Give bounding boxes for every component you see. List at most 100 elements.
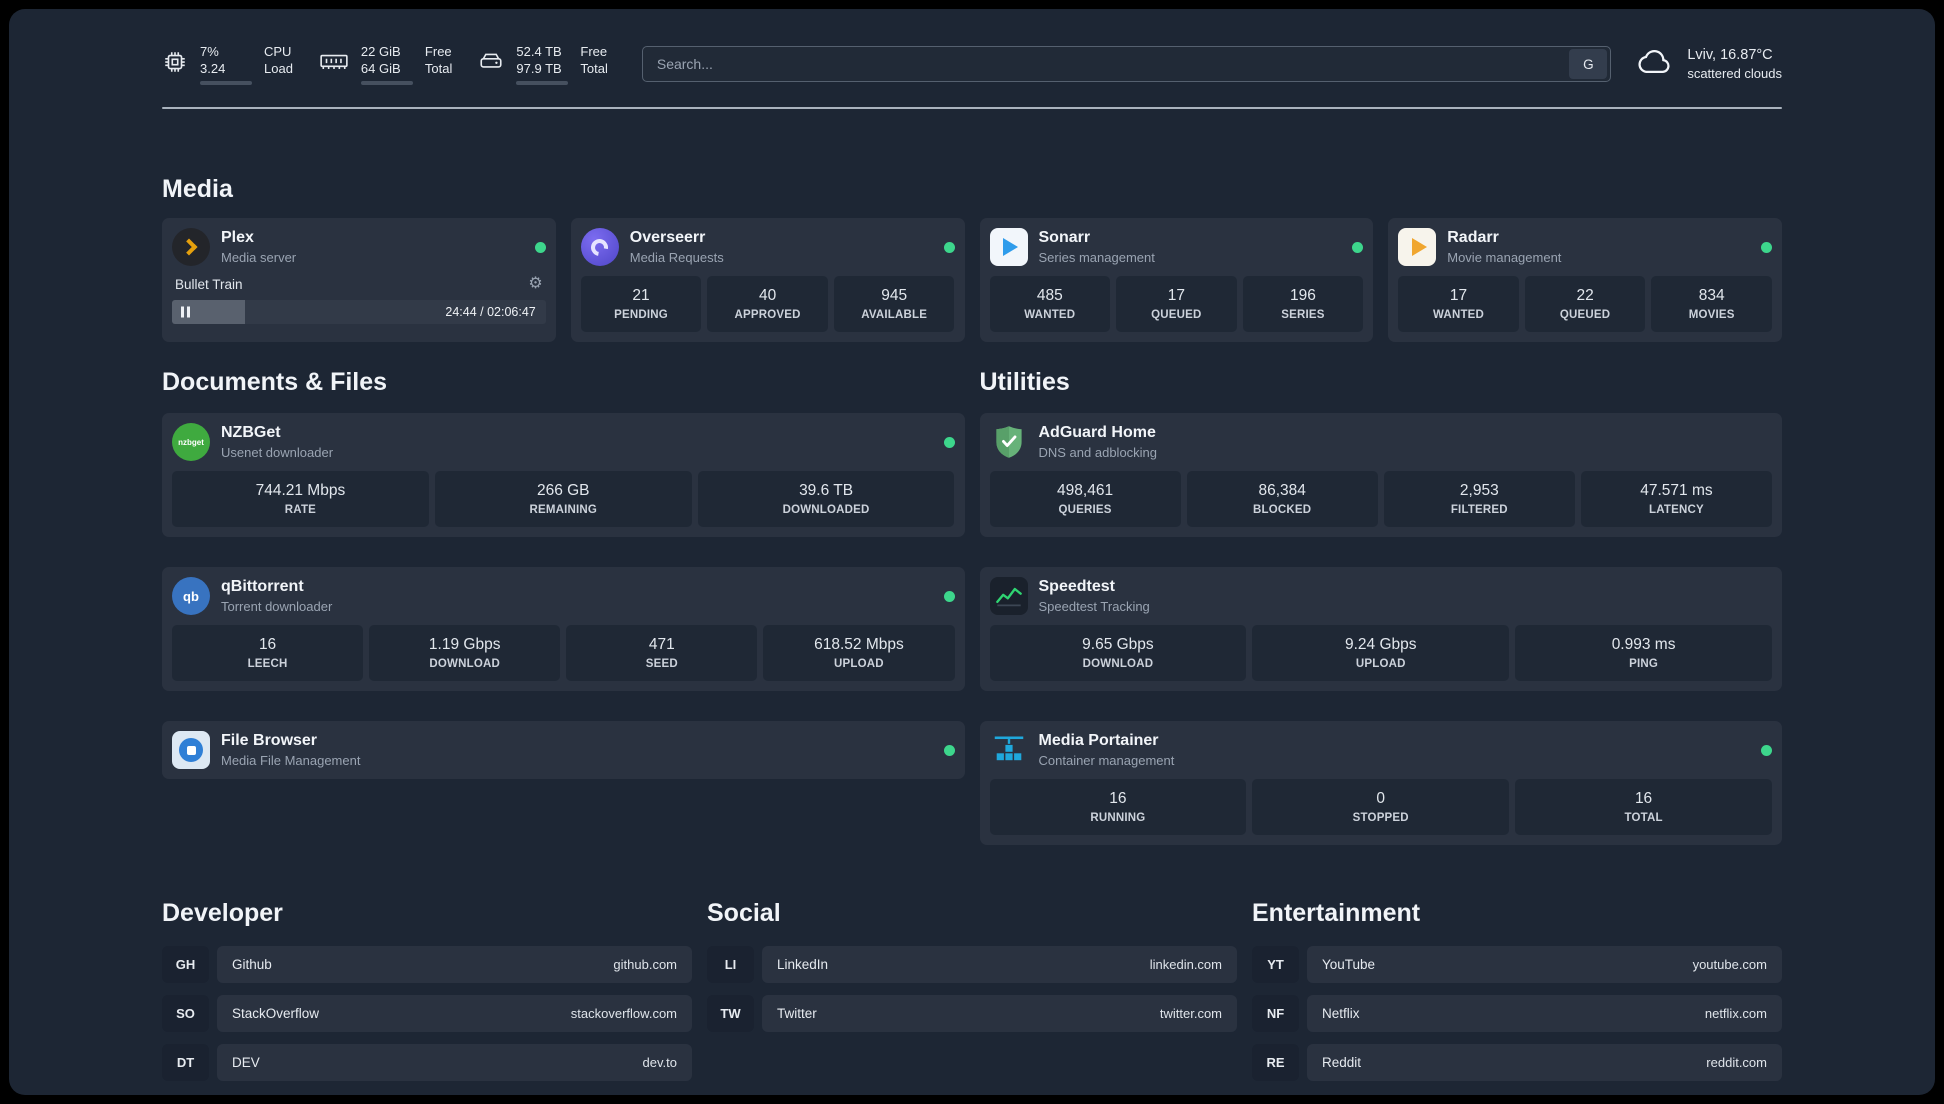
search-input[interactable] <box>642 56 1570 72</box>
weather-text: Lviv, 16.87°C scattered clouds <box>1687 47 1782 81</box>
bookmark-link-stackoverflow[interactable]: StackOverflow stackoverflow.com <box>217 995 692 1032</box>
sonarr-icon <box>989 228 1028 266</box>
memory-free: 22 GiB <box>360 44 401 59</box>
cpu-usage-bar <box>200 81 252 85</box>
stat-tile: 0 STOPPED <box>1252 779 1510 835</box>
app-subtitle: DNS and adblocking <box>1038 445 1158 460</box>
playback-progress-bar[interactable]: 24:44 / 02:06:47 <box>172 300 546 324</box>
bookmark-link-youtube[interactable]: YouTube youtube.com <box>1307 946 1782 983</box>
status-dot <box>534 241 546 253</box>
stat-tile: 834 MOVIES <box>1651 276 1772 332</box>
portainer-crane-icon <box>990 731 1028 769</box>
cpu-values: 7% 3.24 <box>200 43 252 85</box>
stat-tile: 471 SEED <box>566 625 758 681</box>
app-card-nzbget[interactable]: nzbget NZBGet Usenet downloader 744.21 M… <box>162 413 965 537</box>
bookmark-abbr-twitter[interactable]: TW <box>707 995 754 1032</box>
bookmark-link-github[interactable]: Github github.com <box>217 946 692 983</box>
settings-gear-icon[interactable]: ⚙ <box>528 276 542 292</box>
app-card-portainer[interactable]: Media Portainer Container management 16 … <box>979 721 1782 845</box>
stat-tile: 1.19 Gbps DOWNLOAD <box>369 625 561 681</box>
cpu-percent: 7% <box>200 44 219 59</box>
app-card-filebrowser[interactable]: File Browser Media File Management <box>162 721 965 779</box>
bookmark-link-twitter[interactable]: Twitter twitter.com <box>762 995 1237 1032</box>
app-name: Overseerr <box>629 229 706 246</box>
app-card-sonarr[interactable]: Sonarr Series management 485 WANTED 17 Q… <box>979 218 1374 342</box>
bookmark-abbr-youtube[interactable]: YT <box>1252 946 1299 983</box>
content-container: 7% 3.24 CPU Load 22 GiB 64 GiB Free Tota… <box>162 9 1782 1093</box>
app-card-plex[interactable]: Plex Media server Bullet Train ⚙ 24:44 /… <box>162 218 556 342</box>
stat-tile: 47.571 ms LATENCY <box>1580 471 1772 527</box>
app-subtitle: Container management <box>1038 753 1175 768</box>
section-heading-developer: Developer <box>162 899 283 927</box>
memory-values: 22 GiB 64 GiB <box>360 43 413 85</box>
app-name: Radarr <box>1447 229 1499 246</box>
bookmark-abbr-netflix[interactable]: NF <box>1252 995 1299 1032</box>
status-dot <box>943 436 955 448</box>
stat-tile: 744.21 Mbps RATE <box>172 471 429 527</box>
stat-tile: 196 SERIES <box>1242 276 1364 332</box>
app-name: Plex <box>221 229 254 246</box>
app-name: AdGuard Home <box>1038 424 1156 441</box>
now-playing-row: Bullet Train ⚙ <box>172 276 546 292</box>
app-name: File Browser <box>221 732 318 749</box>
filebrowser-icon <box>172 731 210 769</box>
bookmark-abbr-dev[interactable]: DT <box>162 1044 209 1081</box>
bookmark-link-reddit[interactable]: Reddit reddit.com <box>1307 1044 1782 1081</box>
bookmark-group-social: Social LI LinkedIn linkedin.com TW Twitt… <box>707 899 1237 1044</box>
stat-tile: 17 QUEUED <box>1116 276 1237 332</box>
bookmark-abbr-github[interactable]: GH <box>162 946 209 983</box>
dashboard-panel: 7% 3.24 CPU Load 22 GiB 64 GiB Free Tota… <box>9 9 1935 1095</box>
stat-tile: 86,384 BLOCKED <box>1186 471 1378 527</box>
stat-tile: 2,953 FILTERED <box>1383 471 1575 527</box>
status-dot <box>943 241 955 253</box>
status-dot <box>943 744 955 756</box>
app-subtitle: Media Requests <box>629 250 724 265</box>
disk-metric: 52.4 TB 97.9 TB Free Total <box>478 43 608 85</box>
weather-condition: scattered clouds <box>1687 66 1782 81</box>
section-heading-media: Media <box>162 175 233 203</box>
app-subtitle: Media server <box>221 250 297 265</box>
status-dot <box>1352 241 1364 253</box>
app-name: Media Portainer <box>1038 732 1159 749</box>
app-card-speedtest[interactable]: Speedtest Speedtest Tracking 9.65 Gbps D… <box>979 567 1782 691</box>
app-card-adguard[interactable]: AdGuard Home DNS and adblocking 498,461 … <box>979 413 1782 537</box>
bookmark-row: LI LinkedIn linkedin.com <box>707 946 1237 983</box>
bookmark-link-netflix[interactable]: Netflix netflix.com <box>1307 995 1782 1032</box>
bookmark-link-linkedin[interactable]: LinkedIn linkedin.com <box>762 946 1237 983</box>
stat-tile: 22 QUEUED <box>1524 276 1646 332</box>
app-card-radarr[interactable]: Radarr Movie management 17 WANTED 22 QUE… <box>1388 218 1782 342</box>
bookmark-row: TW Twitter twitter.com <box>707 995 1237 1032</box>
app-name: NZBGet <box>221 424 281 441</box>
disk-usage-bar <box>516 81 569 85</box>
media-card-row: Plex Media server Bullet Train ⚙ 24:44 /… <box>162 218 1782 342</box>
pause-icon[interactable] <box>181 306 190 318</box>
disk-labels: Free Total <box>580 44 608 76</box>
memory-labels: Free Total <box>424 44 453 76</box>
bookmark-abbr-reddit[interactable]: RE <box>1252 1044 1299 1081</box>
app-name: qBittorrent <box>221 578 304 595</box>
weather-widget: Lviv, 16.87°C scattered clouds <box>1633 46 1782 83</box>
app-subtitle: Movie management <box>1447 250 1562 265</box>
topbar-divider <box>162 107 1782 109</box>
radarr-icon <box>1398 228 1437 266</box>
bookmark-row: NF Netflix netflix.com <box>1252 995 1782 1032</box>
bookmark-abbr-stackoverflow[interactable]: SO <box>162 995 209 1032</box>
stat-tile: 40 APPROVED <box>707 276 828 332</box>
stat-tile: 485 WANTED <box>989 276 1111 332</box>
search-engine-button[interactable]: G <box>1569 49 1608 79</box>
bookmark-link-dev[interactable]: DEV dev.to <box>217 1044 692 1081</box>
memory-total: 64 GiB <box>360 61 401 76</box>
search-bar: G <box>641 46 1612 82</box>
stat-tile: 266 GB REMAINING <box>434 471 692 527</box>
section-heading-documents: Documents & Files <box>162 368 388 396</box>
stat-tile: 16 LEECH <box>172 625 364 681</box>
stat-tile: 0.993 ms PING <box>1515 625 1772 681</box>
memory-metric: 22 GiB 64 GiB Free Total <box>319 43 452 85</box>
cloud-icon <box>1633 46 1675 83</box>
plex-icon <box>172 228 210 266</box>
memory-icon <box>319 49 349 80</box>
app-card-overseerr[interactable]: Overseerr Media Requests 21 PENDING 40 A… <box>570 218 965 342</box>
app-card-qbittorrent[interactable]: qb qBittorrent Torrent downloader 16 LEE… <box>162 567 965 691</box>
bookmark-abbr-linkedin[interactable]: LI <box>707 946 754 983</box>
weather-location: Lviv, 16.87°C <box>1687 47 1773 63</box>
